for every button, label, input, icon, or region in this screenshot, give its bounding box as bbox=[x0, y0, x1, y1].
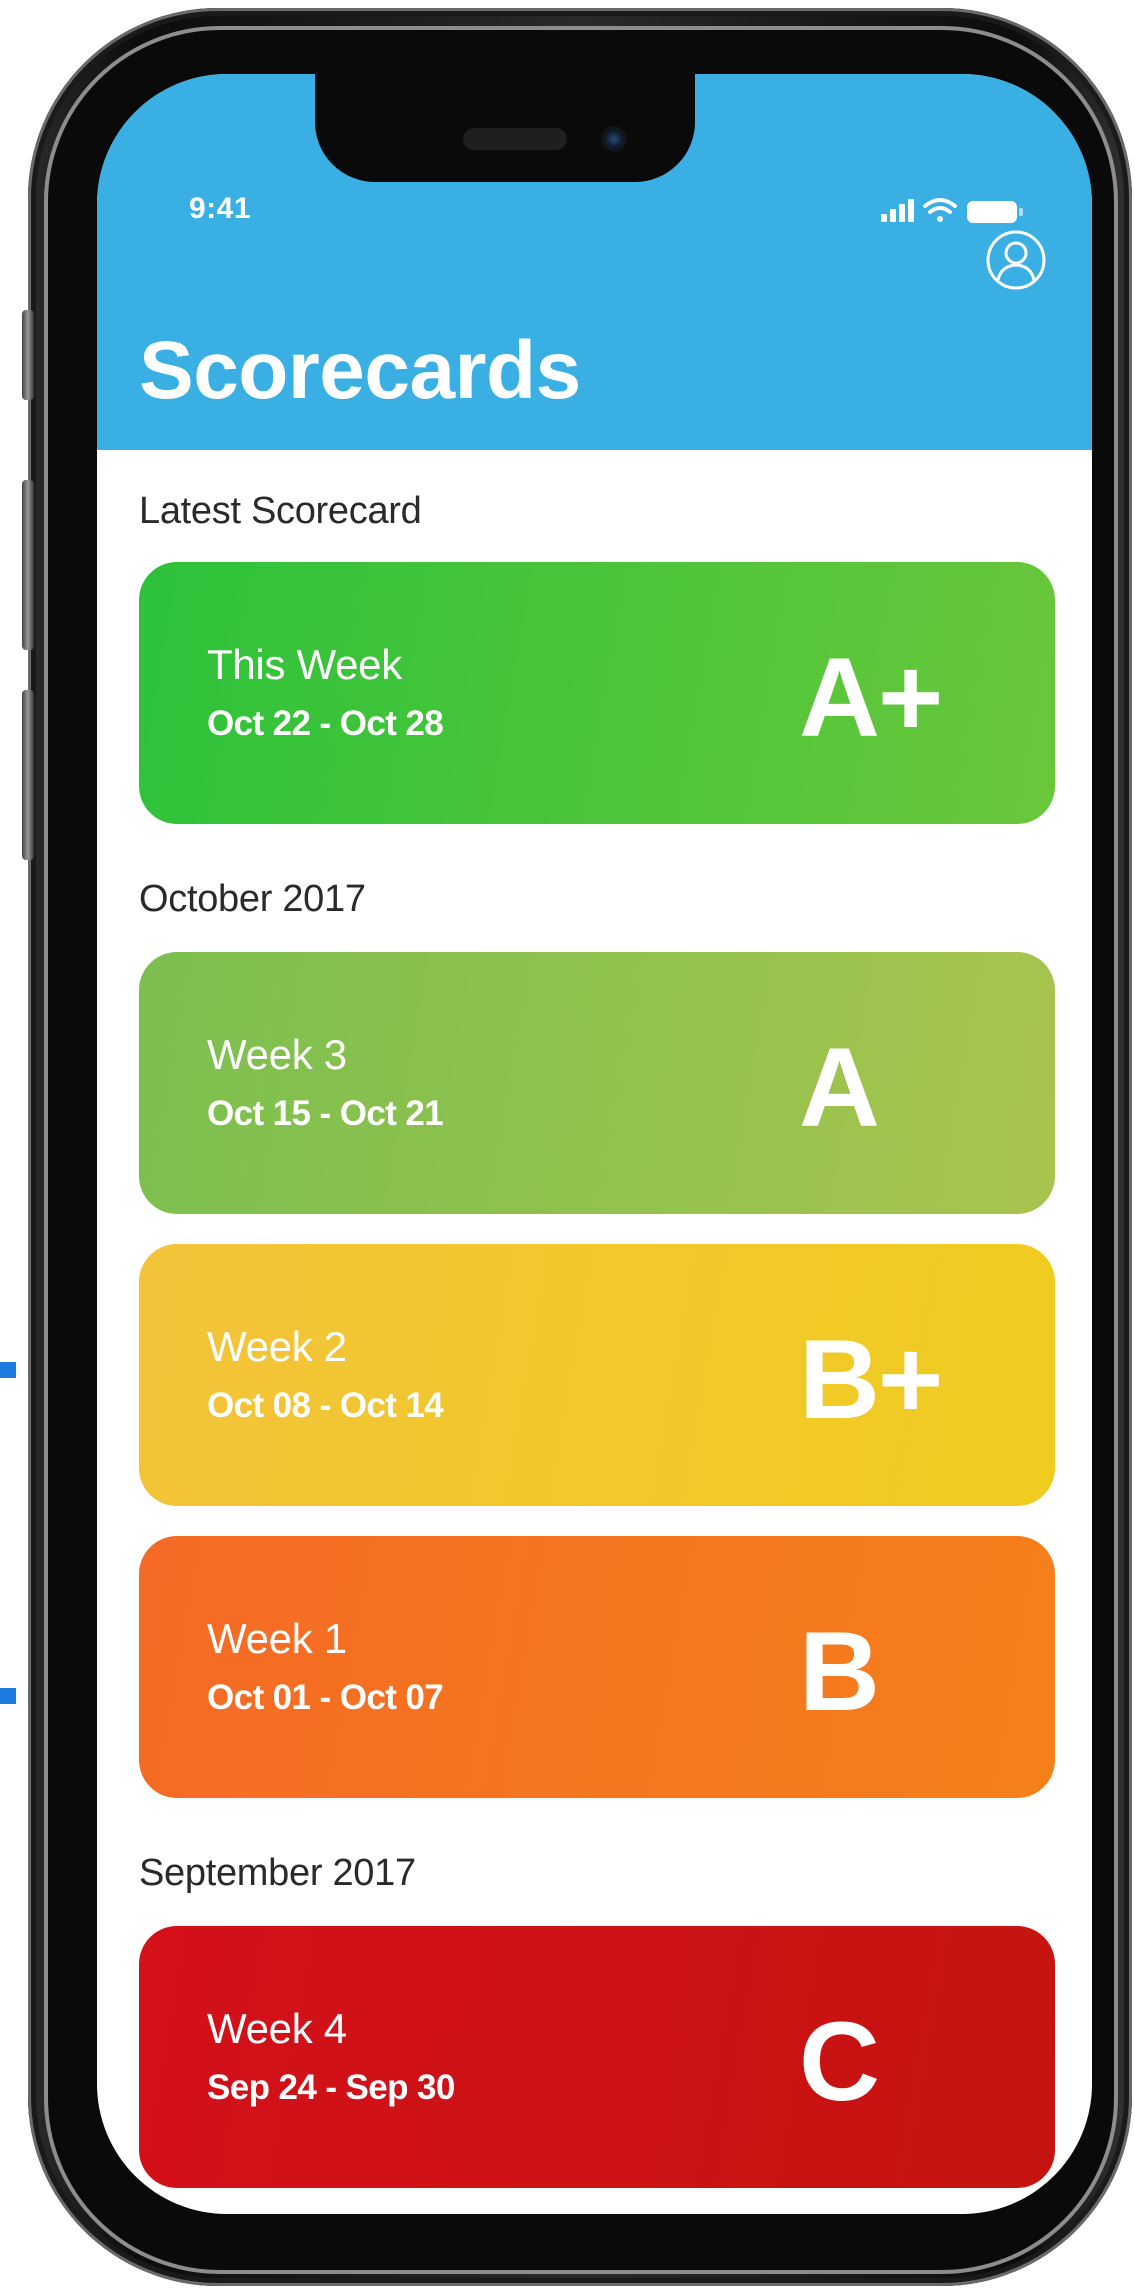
user-profile-icon bbox=[986, 230, 1046, 290]
section-label-october: October 2017 bbox=[139, 878, 366, 920]
card-grade: C bbox=[799, 1999, 880, 2124]
section-label-september: September 2017 bbox=[139, 1852, 416, 1894]
card-date-range: Oct 15 - Oct 21 bbox=[207, 1094, 444, 1133]
status-icons bbox=[879, 192, 1029, 228]
card-week-label: Week 4 bbox=[207, 2005, 347, 2052]
app-screen: 9:41 Scorecards Latest Scorecard This We… bbox=[97, 74, 1092, 2214]
volume-down-button bbox=[22, 690, 34, 860]
status-bar-icons bbox=[881, 198, 1023, 223]
card-grade: A+ bbox=[799, 635, 943, 760]
card-week-label: Week 2 bbox=[207, 1323, 347, 1370]
card-week-label: This Week bbox=[207, 641, 402, 688]
section-label-latest: Latest Scorecard bbox=[139, 490, 422, 532]
page-title: Scorecards bbox=[139, 325, 581, 416]
card-grade: B+ bbox=[799, 1317, 943, 1442]
scorecard-card[interactable]: This Week Oct 22 - Oct 28 A+ bbox=[139, 562, 1055, 824]
card-date-range: Oct 22 - Oct 28 bbox=[207, 704, 444, 743]
earpiece-speaker bbox=[463, 128, 567, 150]
card-date-range: Sep 24 - Sep 30 bbox=[207, 2068, 455, 2107]
scorecard-card[interactable]: Week 2 Oct 08 - Oct 14 B+ bbox=[139, 1244, 1055, 1506]
card-date-range: Oct 08 - Oct 14 bbox=[207, 1386, 444, 1425]
card-date-range: Oct 01 - Oct 07 bbox=[207, 1678, 444, 1717]
card-week-label: Week 3 bbox=[207, 1031, 347, 1078]
card-week-label: Week 1 bbox=[207, 1615, 347, 1662]
decorative-mark bbox=[0, 1362, 16, 1378]
volume-up-button bbox=[22, 480, 34, 650]
device-notch bbox=[315, 74, 695, 182]
decorative-mark bbox=[0, 1688, 16, 1704]
status-time: 9:41 bbox=[189, 192, 252, 225]
mute-switch bbox=[22, 310, 34, 400]
profile-button[interactable] bbox=[985, 229, 1047, 291]
front-camera bbox=[601, 126, 627, 152]
battery-icon bbox=[967, 201, 1023, 223]
scorecard-card[interactable]: Week 4 Sep 24 - Sep 30 C bbox=[139, 1926, 1055, 2188]
cellular-signal-icon bbox=[881, 199, 914, 222]
wifi-icon bbox=[923, 198, 957, 222]
card-grade: B bbox=[799, 1609, 880, 1734]
card-grade: A bbox=[799, 1025, 880, 1150]
scorecard-card[interactable]: Week 1 Oct 01 - Oct 07 B bbox=[139, 1536, 1055, 1798]
scorecard-card[interactable]: Week 3 Oct 15 - Oct 21 A bbox=[139, 952, 1055, 1214]
